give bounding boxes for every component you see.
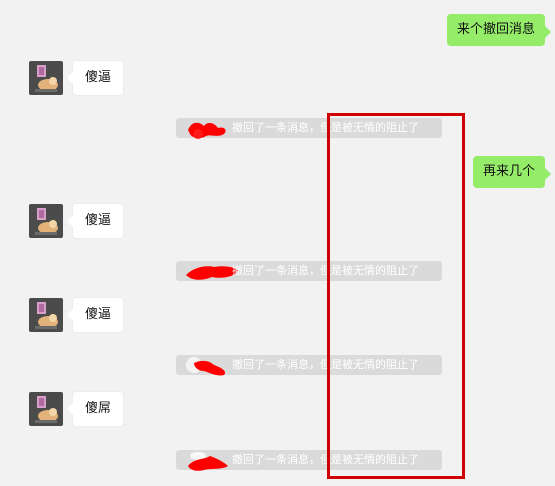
recall-notice-text: 撤回了一条消息，但是被无情的阻止了 <box>232 264 419 277</box>
redaction-scribble-icon <box>184 116 234 147</box>
recall-notice: 撤回了一条消息，但是被无情的阻止了 <box>176 355 442 376</box>
recall-notice-text: 撤回了一条消息，但是被无情的阻止了 <box>232 358 419 371</box>
redaction-scribble-icon <box>184 448 234 481</box>
self-message-bubble[interactable]: 来个撤回消息 <box>446 14 552 46</box>
other-message-bubble[interactable]: 傻屌 <box>66 391 125 427</box>
recall-notice: 撤回了一条消息，但是被无情的阻止了 <box>176 261 442 281</box>
recall-notice: 撤回了一条消息，但是被无情的阻止了 <box>176 450 442 471</box>
avatar[interactable] <box>29 61 63 95</box>
other-message-bubble[interactable]: 傻逼 <box>66 203 125 239</box>
avatar[interactable] <box>29 298 63 332</box>
highlight-annotation-box <box>327 113 465 479</box>
avatar[interactable] <box>29 204 63 238</box>
redaction-scribble-icon <box>184 353 234 386</box>
recall-notice-text: 撤回了一条消息，但是被无情的阻止了 <box>232 453 419 466</box>
self-message-bubble[interactable]: 再来几个 <box>472 156 552 188</box>
other-message-bubble[interactable]: 傻逼 <box>66 297 125 333</box>
recall-notice: 撤回了一条消息，但是被无情的阻止了 <box>176 118 442 139</box>
recall-notice-text: 撤回了一条消息，但是被无情的阻止了 <box>232 121 419 134</box>
chat-window: 来个撤回消息 傻逼 撤回了一条消息，但是被无情的阻止了 再来几个 傻逼 撤回了一… <box>0 0 555 486</box>
avatar[interactable] <box>29 392 63 426</box>
other-message-bubble[interactable]: 傻逼 <box>66 60 125 96</box>
